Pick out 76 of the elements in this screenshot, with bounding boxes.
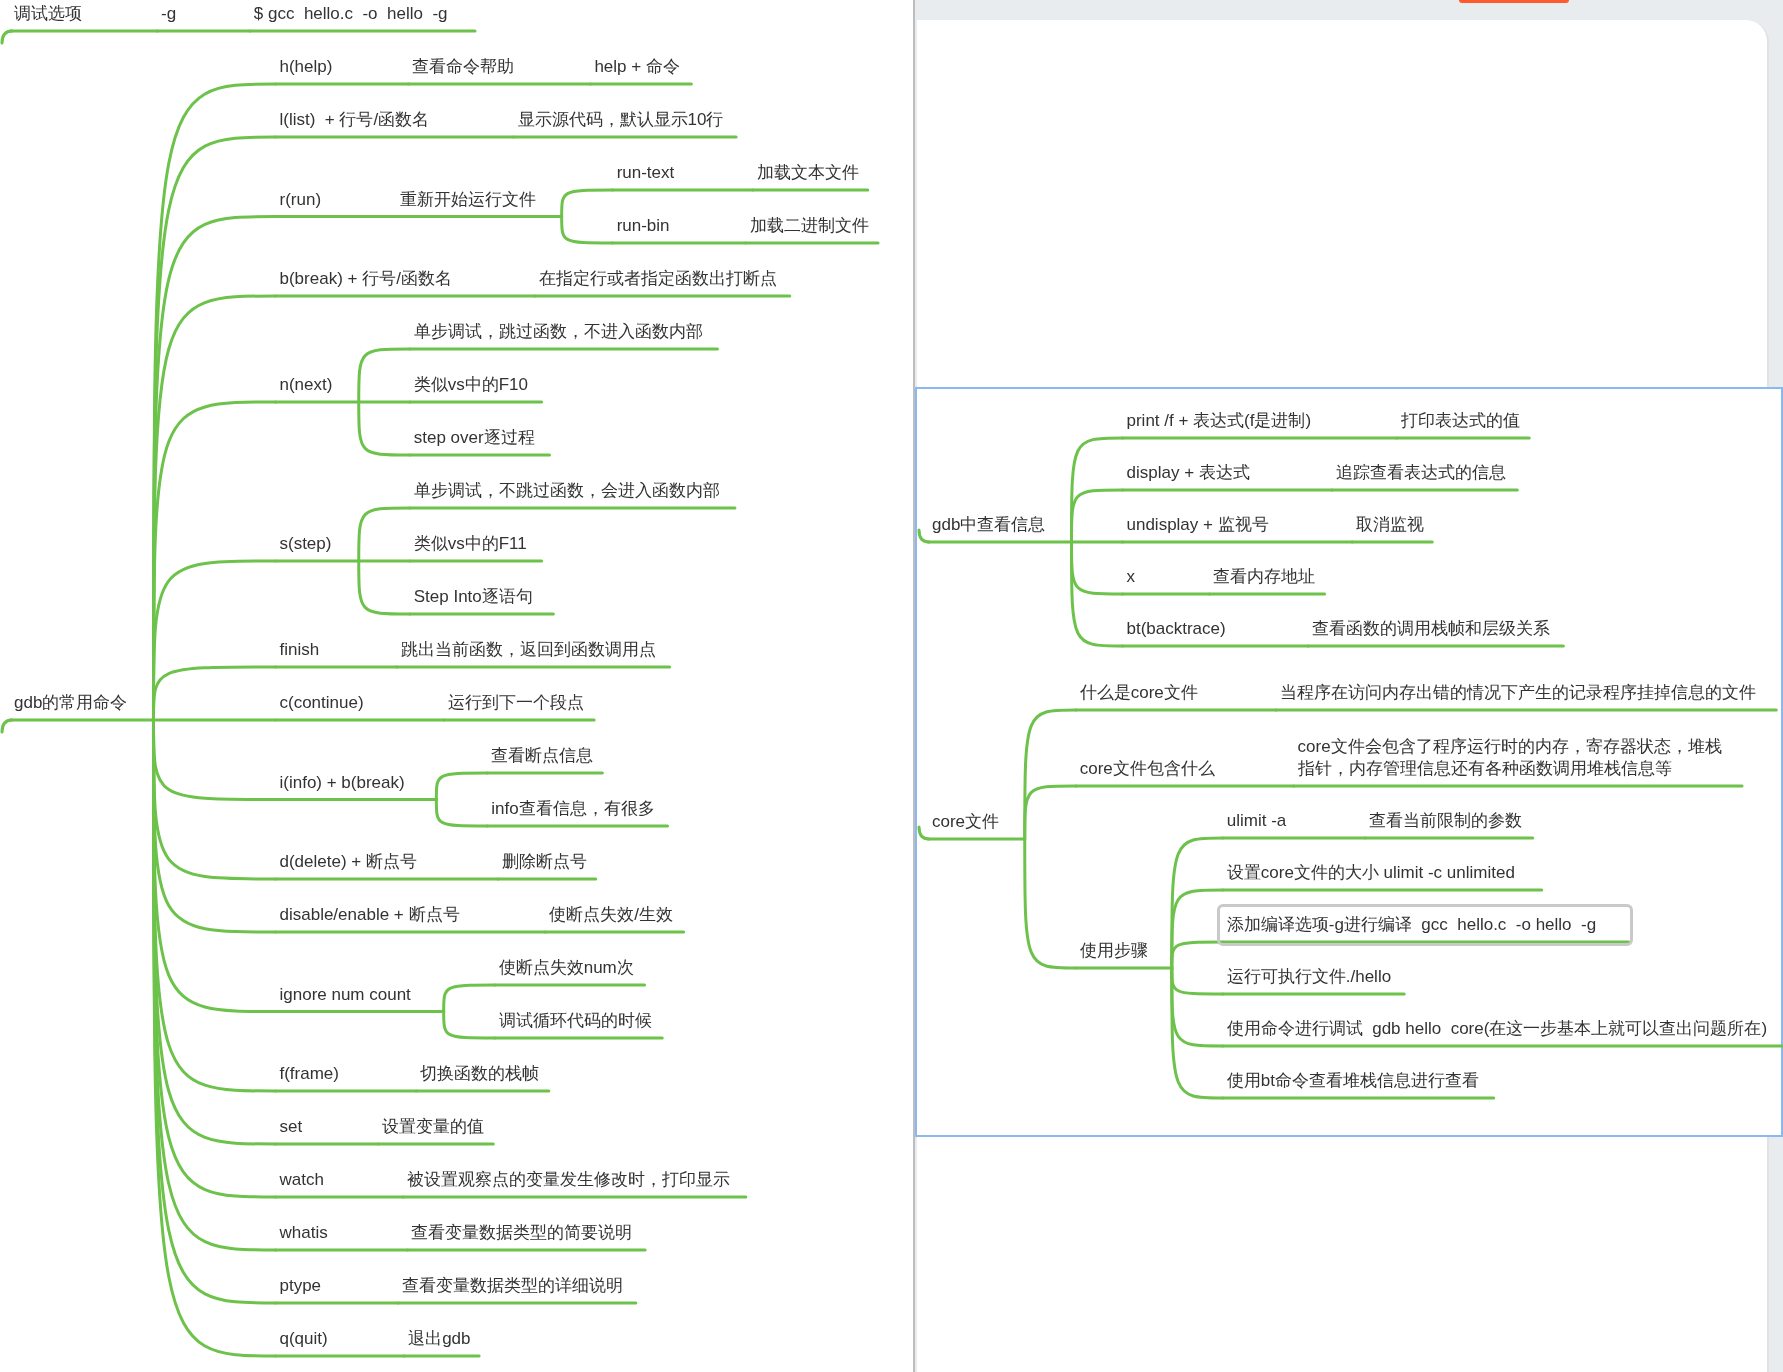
node-label[interactable]: info查看信息，有很多	[491, 798, 655, 820]
node-label[interactable]: 显示源代码，默认显示10行	[517, 109, 724, 131]
node-label[interactable]: 使断点失效/生效	[549, 904, 673, 926]
node-label[interactable]: r(run)	[279, 188, 322, 211]
node-label[interactable]: ignore num count	[279, 983, 411, 1006]
node-label[interactable]: 查看内存地址	[1213, 566, 1316, 588]
node-label[interactable]: core文件	[932, 811, 1000, 833]
node-label[interactable]: 设置core文件的大小 ulimit -c unlimited	[1226, 862, 1515, 884]
node-label[interactable]: set	[279, 1116, 303, 1138]
node-label[interactable]: 使用命令进行调试 gdb hello core(在这一步基本上就可以查出问题所在)	[1226, 1018, 1768, 1040]
node-label[interactable]: Step Into逐语句	[413, 586, 533, 608]
node-label[interactable]: 查看命令帮助	[412, 56, 515, 78]
node-label[interactable]: run-bin	[616, 215, 670, 237]
node-label[interactable]: i(info) + b(break)	[279, 771, 405, 794]
node-label[interactable]: 什么是core文件	[1079, 682, 1198, 704]
node-label[interactable]: whatis	[279, 1222, 328, 1244]
node-label[interactable]: 退出gdb	[408, 1328, 471, 1350]
node-label[interactable]: 使用步骤	[1079, 940, 1148, 962]
node-label[interactable]: finish	[279, 639, 320, 661]
node-label[interactable]: 添加编译选项-g进行编译 gcc hello.c -o hello -g	[1226, 914, 1597, 936]
node-label[interactable]: ptype	[279, 1275, 322, 1297]
node-label[interactable]: s(step)	[279, 533, 332, 555]
node-label[interactable]: 查看函数的调用栈帧和层级关系	[1312, 618, 1551, 640]
node-label[interactable]: l(list) + 行号/函数名	[279, 109, 430, 131]
node-label[interactable]: d(delete) + 断点号	[279, 851, 417, 873]
node-label[interactable]: -g	[161, 3, 177, 25]
node-label[interactable]: core文件会包含了程序运行时的内存，寄存器状态，堆栈 指针，内存管理信息还有各种函数调用堆栈信息等	[1297, 736, 1722, 780]
node-label[interactable]: 单步调试，跳过函数，不进入函数内部	[413, 321, 703, 343]
node-label[interactable]: gdb的常用命令	[14, 692, 128, 714]
node-label[interactable]: 单步调试，不跳过函数，会进入函数内部	[413, 480, 720, 502]
node-label[interactable]: 加载二进制文件	[749, 215, 869, 237]
node-label[interactable]: step over逐过程	[413, 427, 535, 449]
node-label[interactable]: x	[1126, 566, 1135, 588]
node-label[interactable]: run-text	[616, 162, 675, 184]
node-label[interactable]: 打印表达式的值	[1400, 410, 1520, 432]
node-label[interactable]: help + 命令	[594, 56, 680, 78]
node-label[interactable]: 类似vs中的F10	[413, 374, 529, 396]
node-label[interactable]: 设置变量的值	[382, 1116, 485, 1138]
node-label[interactable]: gdb中查看信息	[932, 514, 1046, 536]
node-label[interactable]: $ gcc hello.c -o hello -g	[253, 3, 448, 25]
node-label[interactable]: 查看变量数据类型的详细说明	[402, 1275, 624, 1297]
node-label[interactable]: 调试选项	[14, 3, 82, 25]
node-label[interactable]: 调试循环代码的时候	[498, 1010, 652, 1032]
node-label[interactable]: 当程序在访问内存出错的情况下产生的记录程序挂掉信息的文件	[1280, 682, 1756, 704]
node-label[interactable]: ulimit -a	[1226, 810, 1287, 832]
node-label[interactable]: core文件包含什么	[1079, 758, 1215, 780]
node-label[interactable]: 运行到下一个段点	[448, 692, 585, 714]
node-label[interactable]: print /f + 表达式(f是进制)	[1126, 410, 1312, 432]
node-label[interactable]: bt(backtrace)	[1126, 618, 1226, 640]
node-label[interactable]: 运行可执行文件./hello	[1226, 966, 1392, 988]
node-label[interactable]: 类似vs中的F11	[413, 533, 527, 555]
node-label[interactable]: n(next)	[279, 374, 333, 396]
toolbar-button[interactable]	[1459, 0, 1569, 3]
node-label[interactable]: h(help)	[279, 56, 333, 78]
node-label[interactable]: 查看当前限制的参数	[1369, 810, 1523, 832]
node-label[interactable]: 删除断点号	[502, 851, 588, 873]
node-label[interactable]: 追踪查看表达式的信息	[1336, 462, 1507, 484]
node-label[interactable]: undisplay + 监视号	[1126, 514, 1269, 536]
node-label[interactable]: watch	[279, 1169, 324, 1191]
node-label[interactable]: q(quit)	[279, 1328, 328, 1350]
node-label[interactable]: 查看断点信息	[491, 745, 594, 767]
node-label[interactable]: 取消监视	[1356, 514, 1425, 536]
node-label[interactable]: 查看变量数据类型的简要说明	[411, 1222, 633, 1244]
node-label[interactable]: c(continue)	[279, 692, 364, 714]
node-label[interactable]: 跳出当前函数，返回到函数调用点	[400, 639, 656, 661]
node-label[interactable]: 重新开始运行文件	[399, 188, 536, 211]
node-label[interactable]: disable/enable + 断点号	[279, 904, 460, 926]
node-label[interactable]: 使用bt命令查看堆栈信息进行查看	[1226, 1070, 1479, 1092]
node-label[interactable]: 使断点失效num次	[498, 957, 634, 979]
node-label[interactable]: f(frame)	[279, 1063, 339, 1085]
node-label[interactable]: 被设置观察点的变量发生修改时，打印显示	[407, 1169, 731, 1191]
node-label[interactable]: b(break) + 行号/函数名	[279, 268, 452, 290]
node-label[interactable]: 在指定行或者指定函数出打断点	[538, 268, 777, 290]
node-label[interactable]: 切换函数的栈帧	[420, 1063, 540, 1085]
node-label[interactable]: 加载文本文件	[756, 162, 859, 184]
node-label[interactable]: display + 表达式	[1126, 462, 1250, 484]
